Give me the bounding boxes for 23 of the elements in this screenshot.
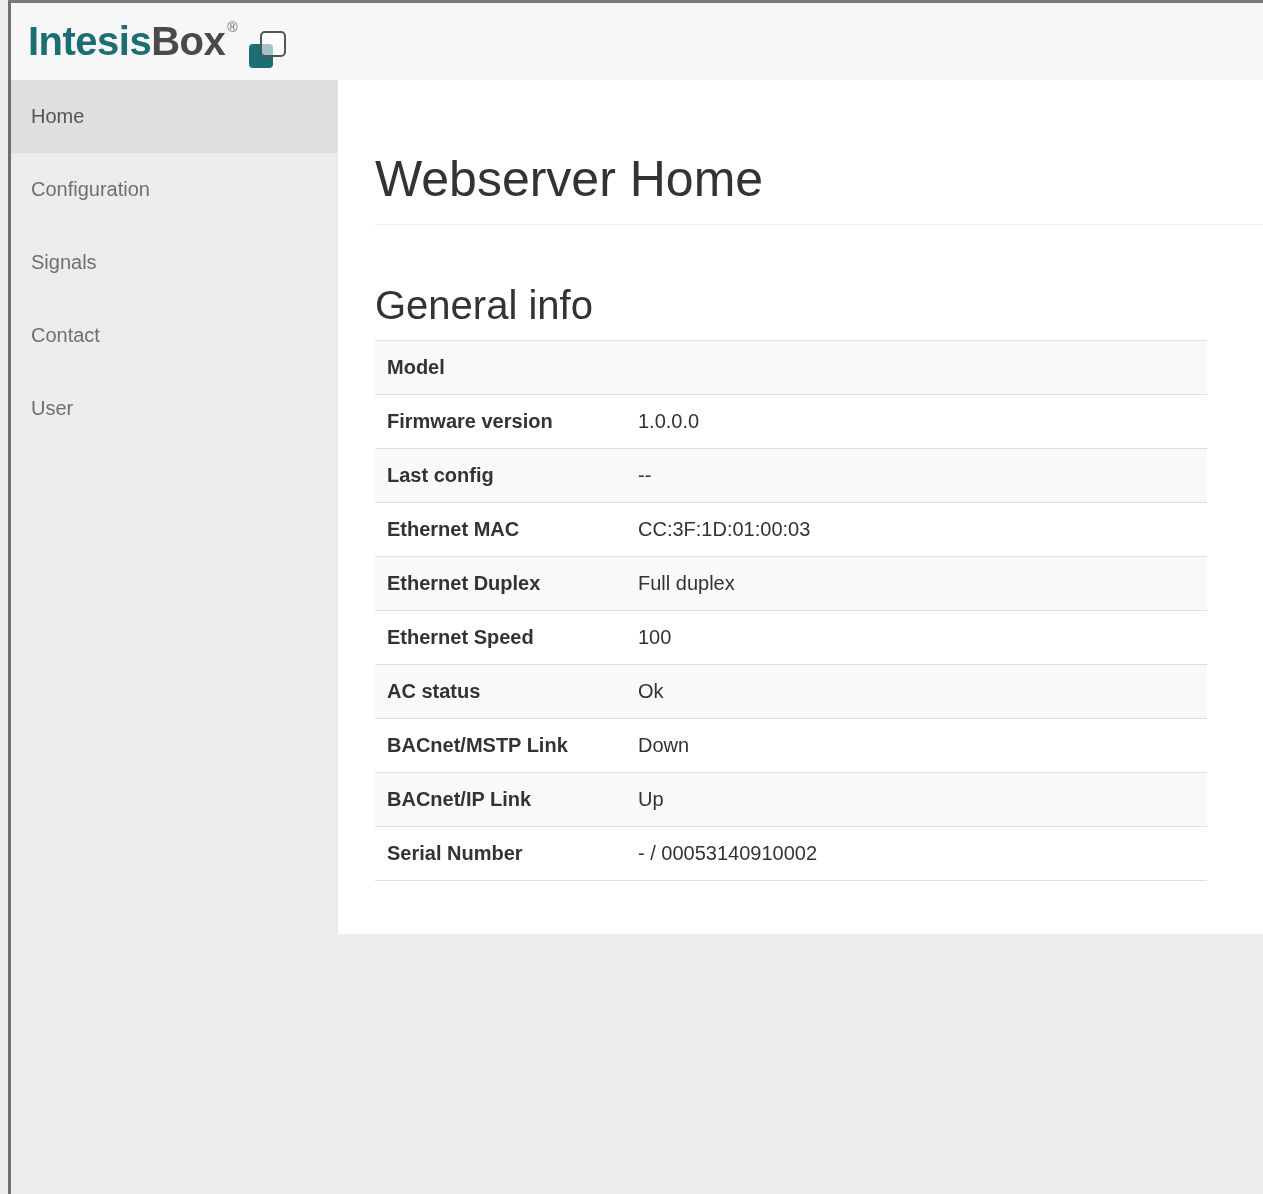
page-title: Webserver Home — [375, 150, 1263, 225]
sidebar-item[interactable]: Home — [11, 80, 338, 153]
row-value: Ok — [638, 680, 664, 703]
row-label: Ethernet Duplex — [387, 572, 542, 595]
row-value: - / 00053140910002 — [638, 842, 818, 865]
row-label: Ethernet Speed — [387, 626, 535, 649]
row-value: Down — [638, 734, 690, 757]
row-label: Serial Number — [387, 842, 524, 865]
row-label: BACnet/IP Link — [387, 788, 533, 811]
row-value: 1.0.0.0 — [638, 410, 700, 433]
row-value: -- — [638, 464, 652, 487]
row-value: Up — [638, 788, 664, 811]
logo-wordmark: IntesisBox® — [28, 19, 238, 64]
row-value: Full duplex — [638, 572, 735, 595]
row-label: Model — [387, 356, 446, 379]
row-label: Last config — [387, 464, 495, 487]
row-label: Firmware version — [387, 410, 554, 433]
row-label: BACnet/MSTP Link — [387, 734, 569, 757]
row-value: 100 — [638, 626, 672, 649]
section-title: General info — [375, 283, 594, 328]
row-label: Ethernet MAC — [387, 518, 521, 541]
row-value: CC:3F:1D:01:00:03 — [638, 518, 811, 541]
row-label: AC status — [387, 680, 482, 703]
